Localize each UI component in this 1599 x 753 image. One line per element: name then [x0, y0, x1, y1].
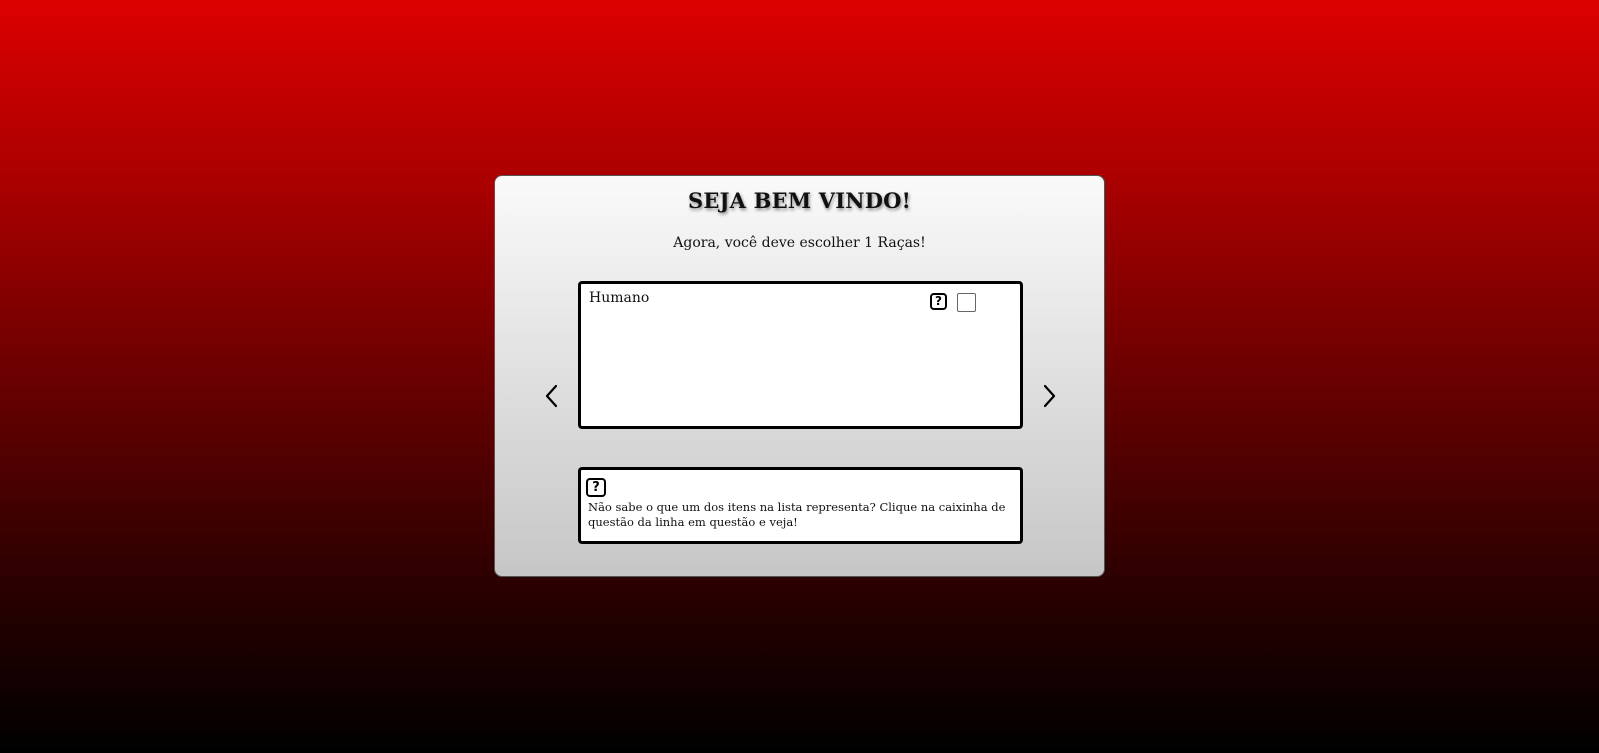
next-button[interactable] — [1039, 383, 1059, 409]
chevron-left-icon — [545, 384, 558, 408]
info-text: Não sabe o que um dos itens na lista rep… — [588, 500, 1006, 529]
race-label: Humano — [589, 290, 650, 306]
question-mark-icon: ? — [586, 478, 606, 497]
list-item[interactable]: Humano ? — [581, 284, 1020, 314]
page-title: SEJA BEM VINDO! — [687, 188, 912, 213]
race-help-button[interactable]: ? — [930, 293, 947, 310]
page-subtitle: Agora, você deve escolher 1 Raças! — [673, 235, 926, 251]
race-select-checkbox[interactable] — [957, 293, 976, 312]
info-box: ? Não sabe o que um dos itens na lista r… — [578, 467, 1023, 544]
welcome-card: SEJA BEM VINDO! Agora, você deve escolhe… — [494, 175, 1105, 577]
race-list: Humano ? — [578, 281, 1023, 429]
chevron-right-icon — [1043, 384, 1056, 408]
previous-button[interactable] — [542, 383, 562, 409]
